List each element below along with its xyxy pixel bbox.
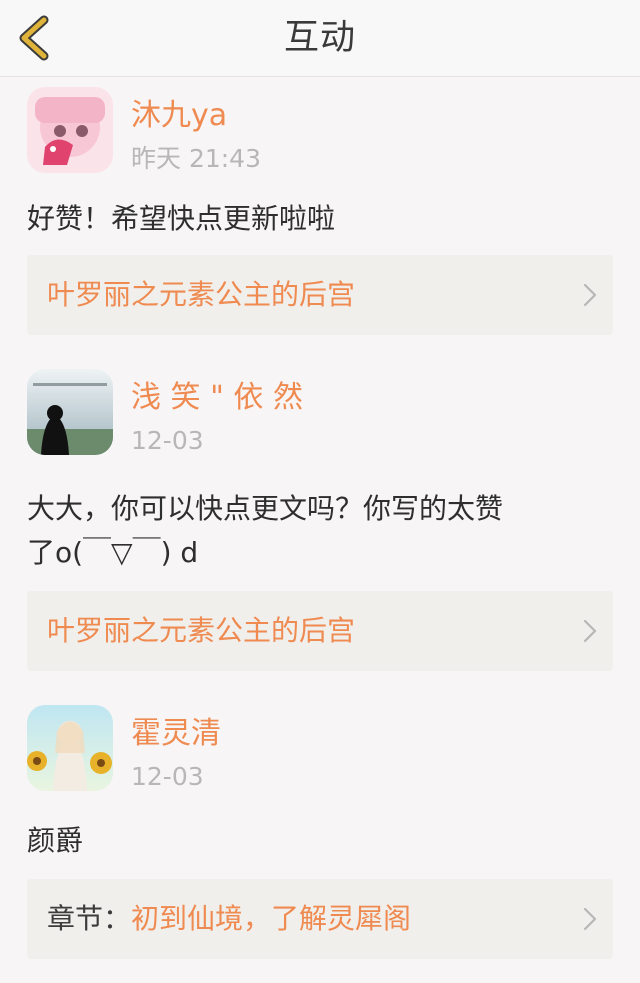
chevron-right-icon	[583, 619, 597, 643]
book-link[interactable]: 叶罗丽之元素公主的后宫	[27, 591, 613, 671]
comment-text: 大大，你可以快点更文吗？你写的太赞 了o(￣▽￣) d	[27, 487, 613, 575]
chapter-title: 章节：初到仙境，了解灵犀阁	[47, 899, 411, 939]
author-name[interactable]: 霍灵清	[131, 715, 221, 753]
chevron-right-icon	[583, 283, 597, 307]
list-item: 沐九ya 昨天 21:43 好赞！希望快点更新啦啦 叶罗丽之元素公主的后宫	[0, 77, 640, 335]
chevron-right-icon	[583, 907, 597, 931]
ref-title: 叶罗丽之元素公主的后宫	[47, 614, 356, 647]
post-time: 12-03	[131, 762, 204, 791]
page-title: 互动	[283, 18, 356, 58]
comment-text: 颜爵	[27, 824, 84, 857]
interaction-feed: 沐九ya 昨天 21:43 好赞！希望快点更新啦啦 叶罗丽之元素公主的后宫 浅 …	[0, 77, 640, 959]
post-header: 浅 笑 " 依 然 12-03	[27, 369, 613, 465]
book-title: 叶罗丽之元素公主的后宫	[47, 275, 355, 315]
book-link[interactable]: 叶罗丽之元素公主的后宫	[27, 255, 613, 335]
comment-text-line: 了o(￣▽￣) d	[27, 536, 199, 569]
comment-text-line: 大大，你可以快点更文吗？你写的太赞	[27, 492, 504, 525]
list-item: 霍灵清 12-03 颜爵 章节：初到仙境，了解灵犀阁	[0, 671, 640, 959]
avatar[interactable]	[27, 87, 113, 173]
post-header: 霍灵清 12-03	[27, 705, 613, 801]
post-time: 昨天 21:43	[131, 144, 261, 173]
book-title: 叶罗丽之元素公主的后宫	[47, 611, 355, 651]
ref-title: 叶罗丽之元素公主的后宫	[47, 278, 356, 311]
avatar[interactable]	[27, 369, 113, 455]
ref-prefix: 章节：	[47, 902, 132, 935]
interaction-page: 互动 沐九ya 昨天 21:43 好赞！希望快点更新啦啦 叶罗丽之元素公主的后宫…	[0, 0, 640, 983]
author-name[interactable]: 沐九ya	[131, 97, 227, 135]
chapter-link[interactable]: 章节：初到仙境，了解灵犀阁	[27, 879, 613, 959]
ref-title: 初到仙境，了解灵犀阁	[131, 902, 412, 935]
author-name[interactable]: 浅 笑 " 依 然	[131, 379, 303, 417]
top-bar: 互动	[0, 0, 640, 77]
list-item: 浅 笑 " 依 然 12-03 大大，你可以快点更文吗？你写的太赞 了o(￣▽￣…	[0, 335, 640, 671]
comment-text: 好赞！希望快点更新啦啦	[27, 202, 336, 235]
avatar[interactable]	[27, 705, 113, 791]
post-header: 沐九ya 昨天 21:43	[27, 87, 613, 183]
post-time: 12-03	[131, 426, 204, 455]
